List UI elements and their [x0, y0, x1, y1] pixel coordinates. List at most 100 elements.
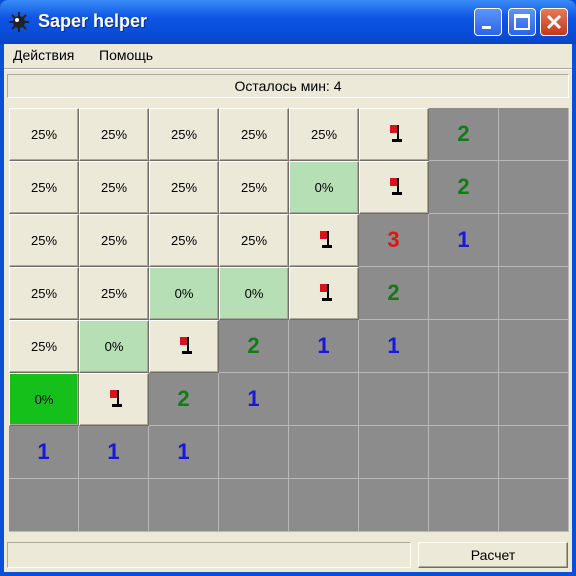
cell-button[interactable]: 25% [79, 161, 149, 214]
revealed-cell: 2 [429, 161, 499, 214]
mine-probability: 25% [240, 233, 268, 248]
revealed-cell: 2 [429, 108, 499, 161]
flag-icon [320, 231, 332, 248]
title-bar[interactable]: Saper helper [0, 0, 576, 44]
revealed-cell: 2 [149, 373, 219, 426]
cell-button[interactable]: 25% [219, 161, 289, 214]
empty-cell [79, 479, 149, 532]
empty-cell [499, 373, 569, 426]
cell-button[interactable]: 25% [9, 267, 79, 320]
cell-button[interactable]: 25% [79, 214, 149, 267]
flag-icon [320, 284, 332, 301]
cell-button[interactable]: 25% [9, 161, 79, 214]
mine-probability: 25% [240, 127, 268, 142]
mine-probability: 25% [240, 180, 268, 195]
calculate-button[interactable]: Расчет [418, 542, 568, 568]
empty-cell [429, 267, 499, 320]
mine-probability: 0% [34, 392, 54, 407]
maximize-button[interactable] [508, 8, 536, 36]
close-icon [546, 14, 562, 30]
flagged-cell[interactable] [359, 108, 429, 161]
empty-cell [429, 373, 499, 426]
cell-button[interactable]: 25% [289, 108, 359, 161]
app-window: Saper helper Действия Помощь Осталось ми… [0, 0, 576, 576]
menu-help[interactable]: Помощь [99, 47, 153, 63]
adjacent-mine-count: 2 [177, 386, 190, 411]
cell-button[interactable]: 25% [9, 214, 79, 267]
cell-button[interactable]: 25% [9, 320, 79, 373]
mine-probability: 25% [100, 286, 128, 301]
cell-button[interactable]: 25% [79, 267, 149, 320]
mine-probability: 25% [30, 339, 58, 354]
empty-cell [219, 426, 289, 479]
empty-cell [289, 479, 359, 532]
empty-cell [499, 320, 569, 373]
cell-button[interactable]: 25% [149, 108, 219, 161]
adjacent-mine-count: 1 [457, 227, 470, 252]
cell-button[interactable]: 25% [219, 214, 289, 267]
empty-cell [359, 373, 429, 426]
empty-cell [499, 161, 569, 214]
revealed-cell: 1 [219, 373, 289, 426]
mine-probability: 25% [30, 286, 58, 301]
mine-probability: 0% [314, 180, 334, 195]
revealed-cell: 1 [289, 320, 359, 373]
mines-left-label: Осталось мин: 4 [7, 74, 569, 98]
adjacent-mine-count: 1 [247, 386, 260, 411]
revealed-cell: 1 [359, 320, 429, 373]
empty-cell [499, 479, 569, 532]
cell-button[interactable]: 25% [149, 161, 219, 214]
empty-cell [359, 426, 429, 479]
cell-button[interactable]: 25% [9, 108, 79, 161]
cell-button[interactable]: 25% [149, 214, 219, 267]
adjacent-mine-count: 1 [177, 439, 190, 464]
empty-cell [429, 320, 499, 373]
flag-icon [110, 390, 122, 407]
mine-probability: 0% [174, 286, 194, 301]
empty-cell [219, 479, 289, 532]
cell-button[interactable]: 0% [9, 373, 79, 426]
adjacent-mine-count: 2 [457, 121, 470, 146]
empty-cell [429, 479, 499, 532]
empty-cell [289, 373, 359, 426]
mine-probability: 25% [100, 180, 128, 195]
mine-probability: 25% [30, 233, 58, 248]
revealed-cell: 2 [219, 320, 289, 373]
mine-probability: 25% [310, 127, 338, 142]
flagged-cell[interactable] [359, 161, 429, 214]
mine-probability: 25% [170, 233, 198, 248]
flagged-cell[interactable] [289, 267, 359, 320]
cell-button[interactable]: 25% [219, 108, 289, 161]
revealed-cell: 1 [79, 426, 149, 479]
adjacent-mine-count: 1 [387, 333, 400, 358]
cell-button[interactable]: 0% [219, 267, 289, 320]
flagged-cell[interactable] [79, 373, 149, 426]
empty-cell [499, 214, 569, 267]
flagged-cell[interactable] [289, 214, 359, 267]
menu-actions[interactable]: Действия [13, 47, 74, 63]
empty-cell [289, 426, 359, 479]
mine-probability: 25% [170, 127, 198, 142]
cell-button[interactable]: 0% [79, 320, 149, 373]
cell-button[interactable]: 25% [79, 108, 149, 161]
minefield-grid: 25% 25% 25% 25% 25% 2 25% 25% 25% 25% 0% 2 25% 25% 25%… [9, 108, 569, 532]
flagged-cell[interactable] [149, 320, 219, 373]
revealed-cell: 1 [149, 426, 219, 479]
adjacent-mine-count: 2 [387, 280, 400, 305]
status-pane [7, 542, 411, 568]
close-button[interactable] [540, 8, 568, 36]
maximize-icon [514, 14, 530, 30]
adjacent-mine-count: 1 [37, 439, 50, 464]
empty-cell [359, 479, 429, 532]
minimize-button[interactable] [474, 8, 502, 36]
adjacent-mine-count: 3 [387, 227, 400, 252]
status-bar: Расчет [4, 540, 572, 572]
mine-probability: 25% [30, 127, 58, 142]
cell-button[interactable]: 0% [149, 267, 219, 320]
empty-cell [149, 479, 219, 532]
flag-icon [180, 337, 192, 354]
revealed-cell: 2 [359, 267, 429, 320]
mine-probability: 0% [104, 339, 124, 354]
cell-button[interactable]: 0% [289, 161, 359, 214]
minimize-icon [482, 26, 491, 29]
